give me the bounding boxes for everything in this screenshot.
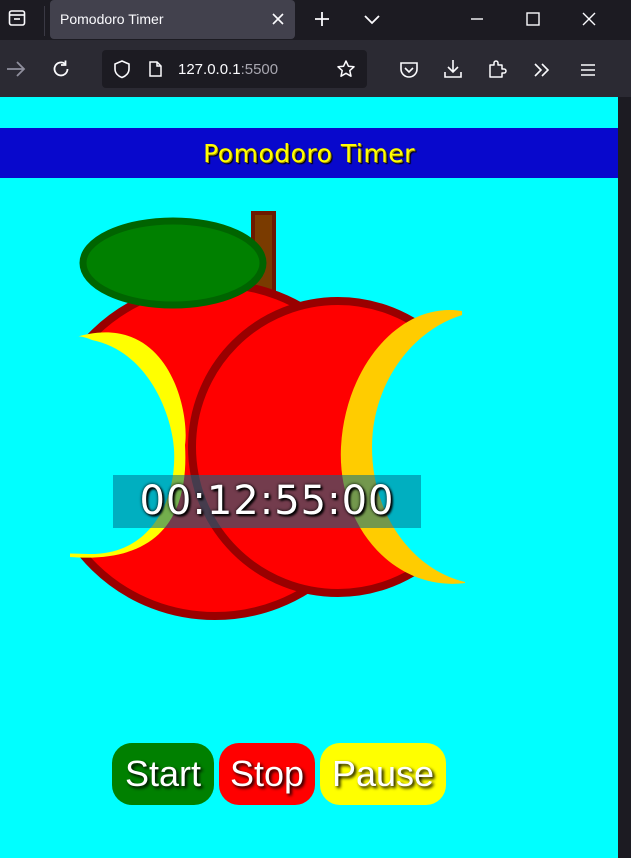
download-icon[interactable] xyxy=(442,58,464,80)
tab-pomodoro-timer[interactable]: Pomodoro Timer xyxy=(50,0,295,39)
forward-arrow-icon[interactable] xyxy=(4,58,28,80)
chevron-down-icon[interactable] xyxy=(361,8,383,30)
stop-button[interactable]: Stop xyxy=(219,743,315,805)
url-text: 127.0.0.1:5500 xyxy=(178,61,278,78)
plus-icon[interactable] xyxy=(311,8,333,30)
maximize-icon[interactable] xyxy=(522,8,544,30)
overflow-chevrons-icon[interactable] xyxy=(531,59,553,81)
timer-display: 00:12:55:00 xyxy=(113,475,421,528)
shield-icon[interactable] xyxy=(112,59,132,79)
pocket-icon[interactable] xyxy=(398,59,420,81)
close-window-icon[interactable] xyxy=(578,8,600,30)
minimize-icon[interactable] xyxy=(466,8,488,30)
page-icon[interactable] xyxy=(146,60,164,78)
timer-text: 00:12:55:00 xyxy=(139,478,395,524)
star-icon[interactable] xyxy=(336,59,356,79)
url-bar[interactable]: 127.0.0.1:5500 xyxy=(102,50,367,88)
scrollbar[interactable] xyxy=(618,97,631,858)
apple-leaf xyxy=(79,217,267,309)
hamburger-menu-icon[interactable] xyxy=(577,59,599,81)
reload-icon[interactable] xyxy=(50,58,72,80)
tab-list-icon[interactable] xyxy=(0,0,34,36)
tab-separator xyxy=(44,6,45,36)
browser-tab-bar: Pomodoro Timer xyxy=(0,0,631,40)
page-viewport: Pomodoro Timer 00:12:55:00 Start Stop Pa… xyxy=(0,97,618,858)
url-port: :5500 xyxy=(240,61,279,78)
pause-button[interactable]: Pause xyxy=(320,743,446,805)
extensions-icon[interactable] xyxy=(486,58,508,80)
apple-right-bite xyxy=(372,313,618,583)
browser-nav-bar: 127.0.0.1:5500 xyxy=(0,40,631,97)
close-icon[interactable] xyxy=(269,10,287,28)
url-host: 127.0.0.1 xyxy=(178,61,241,78)
tab-title: Pomodoro Timer xyxy=(60,11,164,27)
start-button[interactable]: Start xyxy=(112,743,214,805)
